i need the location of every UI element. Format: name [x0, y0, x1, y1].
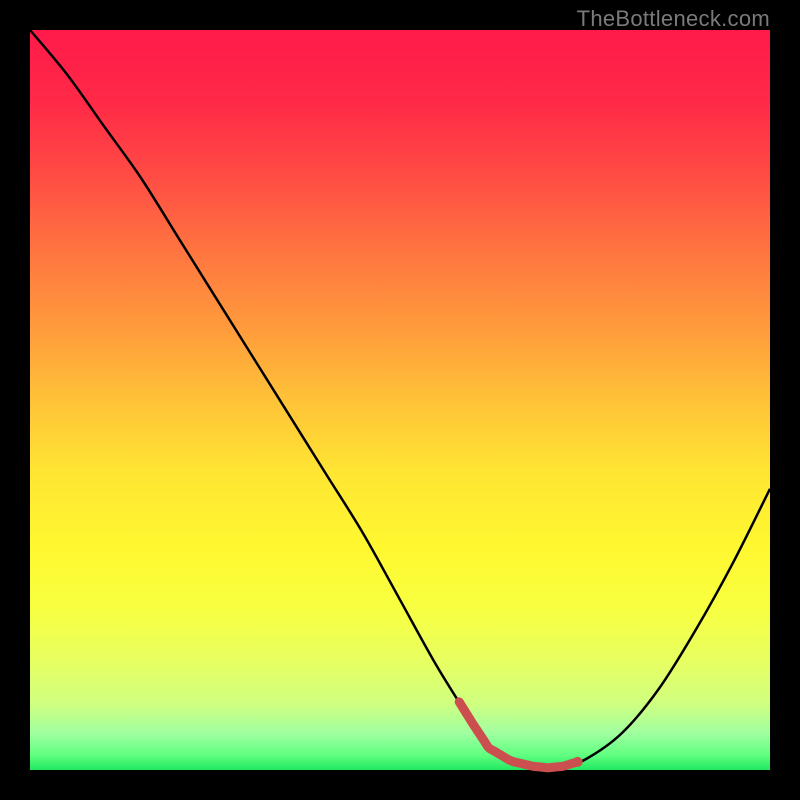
highlight-end-dot [573, 757, 583, 767]
bottleneck-curve [30, 30, 770, 768]
watermark-text: TheBottleneck.com [577, 6, 770, 32]
optimal-region-highlight [459, 702, 577, 768]
plot-area [30, 30, 770, 770]
chart-container: TheBottleneck.com [0, 0, 800, 800]
curve-svg [30, 30, 770, 770]
